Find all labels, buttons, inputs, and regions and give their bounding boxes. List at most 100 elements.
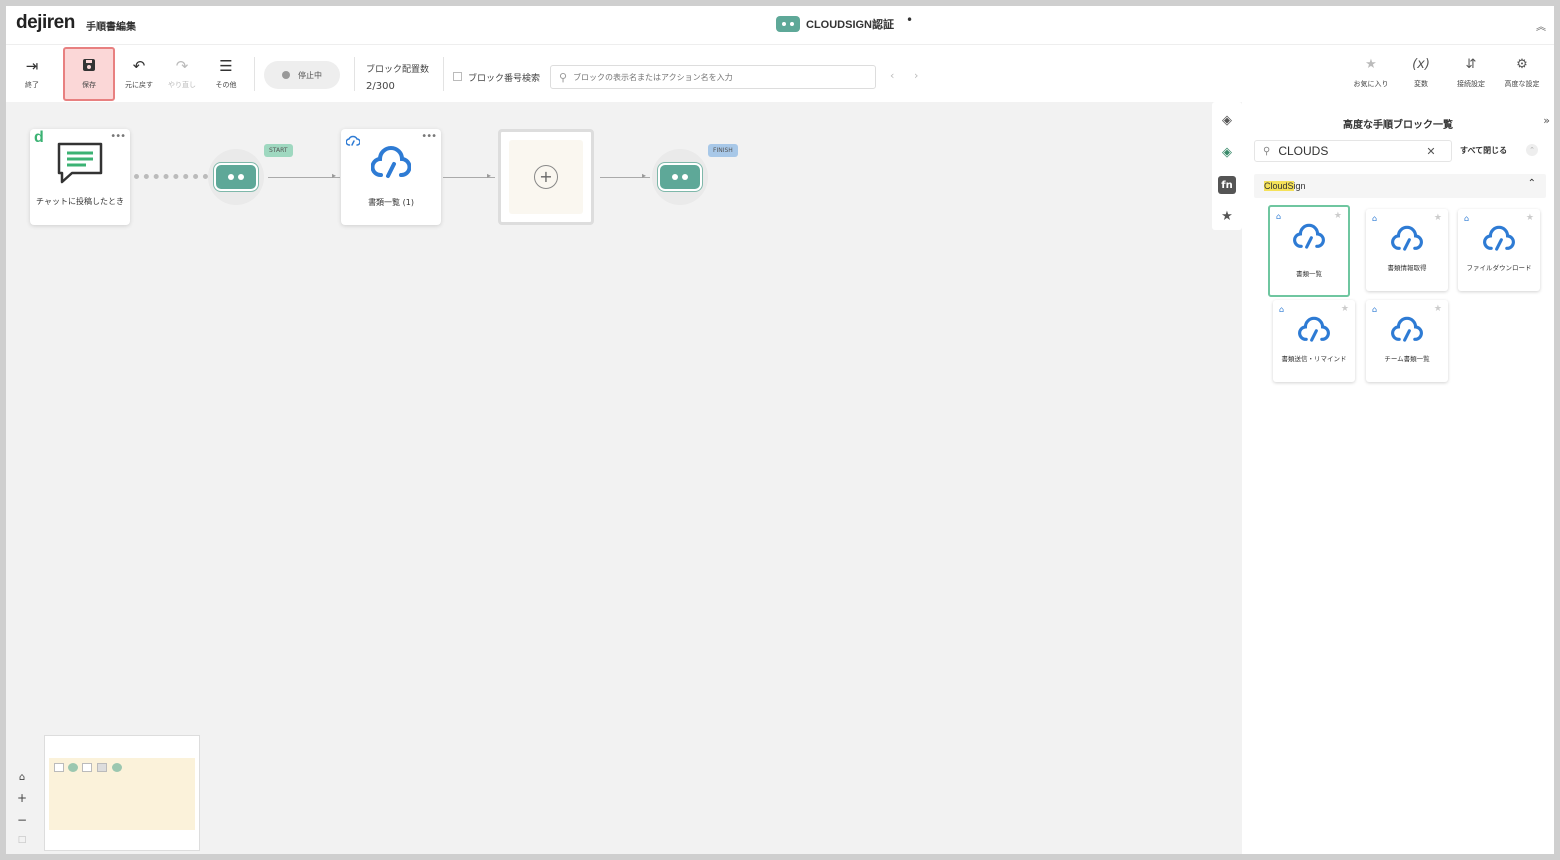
block-count-value: 2/300 [366, 81, 395, 92]
cloudsign-small-icon: ⌂ [1276, 212, 1282, 221]
block-card[interactable]: ⌂ ★ 書類送信・リマインド [1273, 300, 1355, 382]
category-name: CloudSign [1264, 181, 1306, 191]
divider [443, 57, 444, 91]
search-icon: ⚲ [559, 70, 568, 84]
more-button[interactable]: ☰ その他 [204, 51, 248, 97]
cloudsign-icon [1458, 225, 1540, 253]
cloudsign-icon [1270, 223, 1348, 251]
panel-search-input[interactable] [1278, 144, 1419, 158]
save-label: 保存 [82, 81, 96, 89]
collapse-header-icon[interactable]: ︽ [1536, 18, 1546, 33]
exit-label: 終了 [25, 81, 39, 89]
cloudsign-icon [370, 145, 412, 185]
favorite-star-icon[interactable]: ★ [1434, 213, 1442, 223]
trigger-connector [134, 174, 208, 179]
action-block-label: 書類一覧 (1) [368, 198, 414, 207]
block-card-label: 書類情報取得 [1387, 264, 1427, 272]
cloudsign-icon [1366, 316, 1448, 344]
menu-icon: ☰ [219, 57, 233, 75]
block-search-input[interactable] [573, 72, 864, 82]
connection-label: 接続設定 [1457, 80, 1485, 88]
cloudsign-small-icon: ⌂ [1372, 214, 1378, 223]
home-icon[interactable]: ⌂ [19, 772, 25, 783]
start-robot-node[interactable] [208, 149, 264, 205]
document-title-text[interactable]: CLOUDSIGN認証 [806, 16, 894, 32]
favorites-button[interactable]: ★ お気に入り [1347, 57, 1395, 89]
tab-advanced-blocks[interactable]: ◈ [1217, 142, 1237, 162]
search-prev-icon[interactable]: ‹ [890, 69, 894, 82]
fit-screen-icon[interactable]: □ [18, 835, 27, 845]
exit-button[interactable]: ⇥ 終了 [10, 51, 54, 97]
block-card-label: ファイルダウンロード [1466, 264, 1532, 272]
redo-label: やり直し [168, 81, 196, 89]
block-card[interactable]: ⌂ ★ 書類一覧 [1268, 205, 1350, 297]
redo-button[interactable]: ↷ やり直し [160, 51, 204, 97]
title-bar: dejiren 手順書編集 CLOUDSIGN認証 • ︽ [6, 6, 1554, 44]
tab-functions[interactable]: fn [1218, 176, 1236, 194]
panel-title: 高度な手順ブロック一覧 [1343, 120, 1453, 131]
flow-canvas[interactable]: d ••• チャットに投稿したとき START ▸ ••• 書類一覧 (1) ▸… [6, 102, 1210, 854]
tab-favorites[interactable]: ★ [1217, 206, 1237, 226]
panel-collapse-icon[interactable]: » [1543, 114, 1550, 127]
minimap-node [112, 763, 122, 772]
trigger-block[interactable]: d ••• チャットに投稿したとき [30, 129, 130, 225]
block-menu-icon[interactable]: ••• [110, 131, 126, 142]
arrow-icon: ▸ [642, 171, 647, 180]
undo-button[interactable]: ↶ 元に戻す [117, 51, 161, 97]
favorite-star-icon[interactable]: ★ [1526, 213, 1534, 223]
collapse-all-icon[interactable]: ⌃ [1526, 144, 1538, 156]
search-icon: ⚲ [1263, 145, 1271, 157]
advanced-settings-button[interactable]: ⚙ 高度な設定 [1498, 57, 1546, 89]
panel-tab-bar: ◈ ◈ fn ★ [1212, 102, 1242, 230]
connector-line [268, 177, 340, 178]
category-header-cloudsign[interactable]: CloudSign ⌃ [1254, 174, 1546, 198]
cube-plus-icon: ◈ [1222, 144, 1232, 160]
cloudsign-icon [1366, 225, 1448, 253]
run-status-toggle[interactable]: 停止中 [264, 61, 340, 89]
variables-button[interactable]: (x) 変数 [1397, 57, 1445, 89]
undo-icon: ↶ [132, 57, 146, 75]
block-card[interactable]: ⌂ ★ チーム書類一覧 [1366, 300, 1448, 382]
minimap-node [82, 763, 92, 772]
star-icon: ★ [1365, 57, 1377, 72]
robot-icon [214, 163, 258, 191]
robot-icon [776, 16, 800, 32]
zoom-controls: ⌂ + − □ [14, 772, 30, 845]
clear-icon[interactable]: ✕ [1426, 145, 1435, 158]
block-card[interactable]: ⌂ ★ ファイルダウンロード [1458, 209, 1540, 291]
favorite-star-icon[interactable]: ★ [1434, 304, 1442, 314]
favorite-star-icon[interactable]: ★ [1341, 304, 1349, 314]
zoom-in-icon[interactable]: + [17, 791, 27, 805]
cloudsign-small-icon: ⌂ [1279, 305, 1285, 314]
block-number-search-checkbox[interactable] [453, 72, 462, 81]
redo-icon: ↷ [175, 57, 189, 75]
connection-settings-button[interactable]: ⇵ 接続設定 [1447, 57, 1495, 89]
block-number-search-label: ブロック番号検索 [468, 74, 541, 84]
tab-basic-blocks[interactable]: ◈ [1217, 110, 1237, 130]
start-badge: START [264, 144, 293, 157]
cloudsign-small-icon: ⌂ [1372, 305, 1378, 314]
action-block[interactable]: ••• 書類一覧 (1) [341, 129, 441, 225]
add-icon[interactable]: + [534, 165, 558, 189]
minimap[interactable] [44, 735, 200, 851]
block-search-field[interactable]: ⚲ [550, 65, 876, 89]
close-all-button[interactable]: すべて閉じる [1460, 145, 1507, 156]
unsaved-indicator: • [906, 13, 914, 27]
block-menu-icon[interactable]: ••• [421, 131, 437, 142]
search-next-icon[interactable]: › [914, 69, 918, 82]
block-card-label: チーム書類一覧 [1384, 355, 1430, 363]
add-block-slot: + [509, 140, 583, 214]
block-card[interactable]: ⌂ ★ 書類情報取得 [1366, 209, 1448, 291]
panel-search-field[interactable]: ⚲ ✕ [1254, 140, 1452, 162]
chevron-up-icon[interactable]: ⌃ [1528, 178, 1536, 189]
finish-robot-node[interactable] [652, 149, 708, 205]
add-block-placeholder[interactable]: + [498, 129, 594, 225]
save-button[interactable]: 保存 [63, 47, 115, 101]
minimap-node [68, 763, 78, 772]
favorite-star-icon[interactable]: ★ [1334, 211, 1342, 221]
app-logo: dejiren [16, 12, 75, 33]
zoom-out-icon[interactable]: − [17, 813, 27, 827]
block-card-label: 書類送信・リマインド [1281, 355, 1347, 363]
minimap-node [97, 763, 107, 772]
cube-icon: ◈ [1222, 112, 1232, 128]
